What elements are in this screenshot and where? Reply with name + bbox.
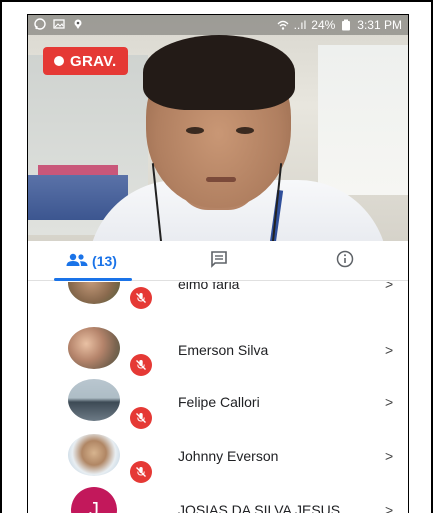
chevron-right-icon: >	[385, 448, 394, 464]
tab-people[interactable]: (13)	[28, 241, 155, 281]
avatar	[68, 379, 120, 421]
speaker-eye	[236, 127, 254, 134]
avatar	[68, 327, 120, 369]
status-notifications	[34, 18, 84, 30]
participant-name: Johnny Everson	[178, 448, 279, 464]
avatar	[68, 434, 120, 476]
status-time: 3:31 PM	[357, 18, 402, 32]
active-tab-indicator	[54, 278, 132, 281]
chevron-right-icon: >	[385, 502, 394, 513]
participant-row[interactable]: Felipe Callori >	[28, 374, 408, 429]
chevron-right-icon: >	[385, 394, 394, 410]
record-dot-icon	[54, 56, 64, 66]
video-feed[interactable]: ..ıl 24% 3:31 PM GRAV.	[28, 15, 408, 241]
phone-screen: ..ıl 24% 3:31 PM GRAV. (13) elmo faria >…	[27, 14, 409, 513]
location-icon	[72, 18, 84, 30]
mic-off-icon	[130, 354, 152, 376]
whatsapp-icon	[34, 18, 46, 30]
status-bar: ..ıl 24% 3:31 PM	[28, 15, 408, 35]
wifi-icon	[277, 19, 289, 31]
chevron-right-icon: >	[385, 282, 394, 292]
recording-badge[interactable]: GRAV.	[43, 47, 128, 75]
background-window	[318, 45, 408, 195]
speaker-eye	[186, 127, 204, 134]
participant-name: Felipe Callori	[178, 394, 260, 410]
mic-off-icon	[130, 287, 152, 309]
participant-row[interactable]: Emerson Silva >	[28, 321, 408, 376]
people-icon	[66, 253, 88, 270]
speaker-mouth	[206, 177, 236, 182]
participant-name: elmo faria	[178, 282, 240, 292]
chat-icon	[210, 250, 228, 273]
tab-info[interactable]	[282, 241, 408, 281]
participant-name: Emerson Silva	[178, 342, 269, 358]
battery-percent: 24%	[311, 18, 336, 32]
top-border	[0, 0, 433, 2]
signal-icon: ..ıl	[293, 18, 307, 32]
avatar	[68, 282, 120, 304]
participant-list[interactable]: elmo faria > Emerson Silva > Felipe Call…	[28, 282, 408, 513]
mic-off-icon	[130, 461, 152, 483]
tab-chat[interactable]	[155, 241, 282, 281]
chevron-right-icon: >	[385, 342, 394, 358]
avatar-letter: J	[89, 498, 99, 513]
battery-icon	[340, 19, 352, 31]
speaker-hair	[143, 35, 295, 110]
participant-row[interactable]: elmo faria >	[28, 282, 408, 321]
recording-label: GRAV.	[70, 52, 117, 70]
participant-row[interactable]: Johnny Everson >	[28, 429, 408, 483]
participant-name: JOSIAS DA SILVA JESUS	[178, 502, 341, 513]
meeting-tabs: (13)	[28, 241, 408, 281]
mic-off-icon	[130, 407, 152, 429]
image-icon	[53, 18, 65, 30]
participant-row[interactable]: J JOSIAS DA SILVA JESUS >	[28, 482, 408, 513]
info-icon	[336, 250, 354, 273]
avatar: J	[71, 487, 117, 513]
status-system: ..ıl 24% 3:31 PM	[277, 18, 402, 32]
people-count: (13)	[92, 253, 117, 269]
